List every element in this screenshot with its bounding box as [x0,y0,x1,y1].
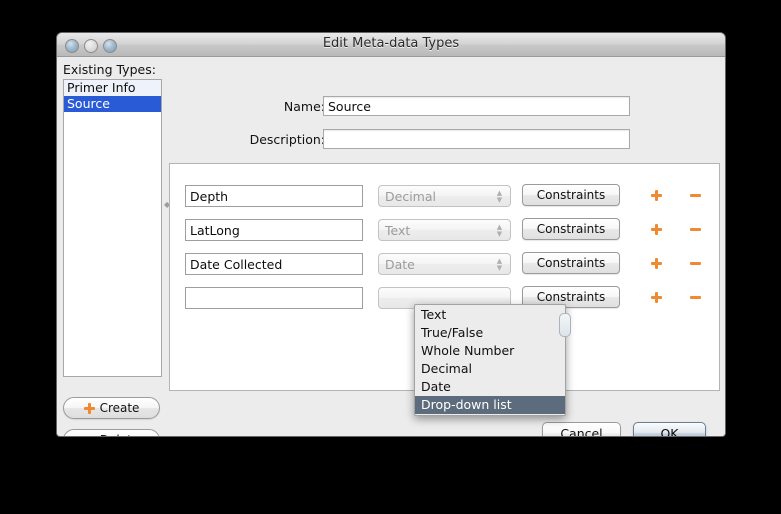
delete-button[interactable]: Delete [63,429,160,436]
add-field-icon[interactable] [651,224,662,235]
add-field-icon[interactable] [651,292,662,303]
field-name-input[interactable] [185,287,363,309]
edit-metadata-types-window: Edit Meta-data Types Existing Types: Pri… [56,32,726,437]
menu-item-true-false[interactable]: True/False [415,324,565,342]
field-name-input[interactable]: LatLong [185,219,363,241]
field-type-combo-value: Date [385,257,415,272]
field-row: Date Collected Date ▲ ▼ Constraints [170,249,719,281]
window-title: Edit Meta-data Types [322,36,460,51]
description-label: Description: [249,132,325,147]
ok-button[interactable]: OK [633,422,706,436]
window-body: Existing Types: Primer Info Source Creat… [57,57,725,436]
combo-arrow-nub-icon [559,313,571,337]
menu-item-decimal[interactable]: Decimal [415,360,565,378]
list-item[interactable]: Source [64,96,161,112]
existing-types-label: Existing Types: [63,62,156,77]
description-input[interactable] [323,129,630,149]
field-type-combo[interactable]: Text ▲ ▼ [378,219,511,241]
constraints-button[interactable]: Constraints [522,252,620,274]
create-button[interactable]: Create [63,397,160,419]
name-input[interactable]: Source [323,96,630,116]
chevron-updown-icon: ▲ ▼ [496,257,503,272]
splitter-grip-icon[interactable]: ◆ [164,201,170,209]
existing-types-list[interactable]: Primer Info Source [63,79,162,377]
cancel-button[interactable]: Cancel [542,422,621,436]
field-row: Depth Decimal ▲ ▼ Constraints [170,181,719,213]
field-name-input[interactable]: Depth [185,185,363,207]
window-titlebar[interactable]: Edit Meta-data Types [57,33,725,57]
add-field-icon[interactable] [651,190,662,201]
field-type-combo[interactable]: Date ▲ ▼ [378,253,511,275]
menu-item-date[interactable]: Date [415,378,565,396]
screen-background: Edit Meta-data Types Existing Types: Pri… [0,0,781,514]
remove-field-icon[interactable] [690,262,701,265]
add-field-icon[interactable] [651,258,662,269]
list-item[interactable]: Primer Info [64,80,161,96]
menu-item-whole-number[interactable]: Whole Number [415,342,565,360]
field-type-combo-value: Text [385,223,411,238]
field-type-combo[interactable]: Decimal ▲ ▼ [378,185,511,207]
create-button-label: Create [99,401,140,415]
remove-field-icon[interactable] [690,194,701,197]
remove-field-icon[interactable] [690,296,701,299]
field-name-input[interactable]: Date Collected [185,253,363,275]
chevron-updown-icon: ▲ ▼ [496,189,503,204]
field-type-combo-value: Decimal [385,189,436,204]
menu-item-drop-down-list[interactable]: Drop-down list [415,396,565,414]
delete-button-label: Delete [100,433,139,436]
chevron-updown-icon: ▲ ▼ [496,223,503,238]
field-type-dropdown-menu[interactable]: Text True/False Whole Number Decimal Dat… [414,304,571,416]
constraints-button[interactable]: Constraints [522,184,620,206]
menu-item-text[interactable]: Text [415,306,565,324]
remove-field-icon[interactable] [690,228,701,231]
field-row: LatLong Text ▲ ▼ Constraints [170,215,719,247]
plus-icon [83,402,95,414]
constraints-button[interactable]: Constraints [522,218,620,240]
name-label: Name: [283,99,325,114]
